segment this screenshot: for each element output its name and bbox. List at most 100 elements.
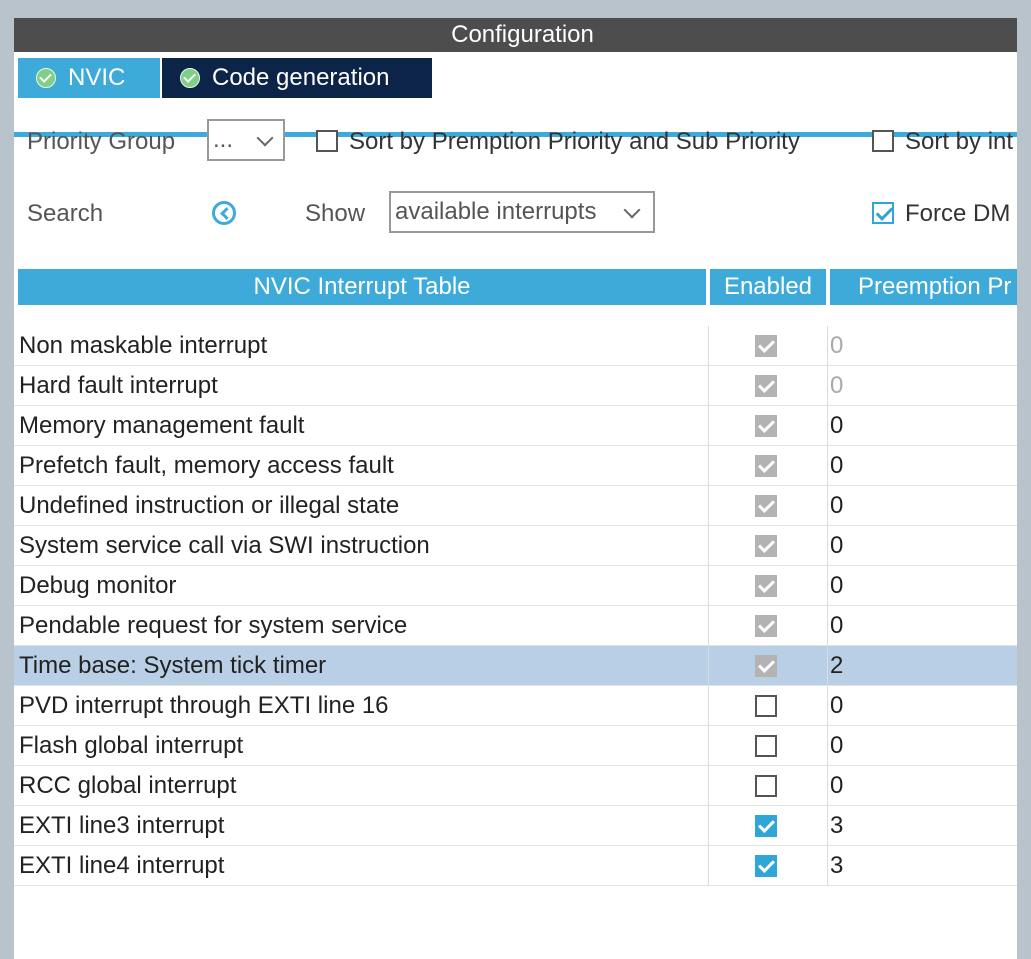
column-divider: [708, 846, 709, 886]
table-row[interactable]: Flash global interrupt 0: [14, 726, 1019, 766]
column-divider: [708, 686, 709, 726]
table-row[interactable]: RCC global interrupt 0: [14, 766, 1019, 806]
interrupt-name: Debug monitor: [19, 572, 177, 599]
enabled-checkbox[interactable]: [755, 855, 777, 877]
column-divider: [708, 726, 709, 766]
preemption-priority-value[interactable]: 0: [830, 446, 843, 486]
interrupt-name: Time base: System tick timer: [19, 652, 327, 679]
interrupt-name: Hard fault interrupt: [19, 372, 218, 399]
enabled-checkbox: [755, 415, 777, 437]
enabled-checkbox: [755, 535, 777, 557]
tab-bar: NVIC Code generation: [14, 52, 1031, 137]
column-divider: [827, 446, 828, 486]
column-divider: [827, 326, 828, 366]
check-circle-icon: [36, 68, 56, 88]
column-divider: [708, 646, 709, 686]
preemption-priority-value[interactable]: 3: [830, 846, 843, 886]
table-row[interactable]: EXTI line4 interrupt 3: [14, 846, 1019, 886]
column-divider: [827, 726, 828, 766]
column-divider: [708, 326, 709, 366]
preemption-priority-value[interactable]: 0: [830, 526, 843, 566]
interrupt-name: EXTI line4 interrupt: [19, 852, 225, 879]
priority-group-select[interactable]: ...: [207, 119, 285, 161]
column-divider: [827, 486, 828, 526]
priority-group-value: ...: [213, 126, 234, 153]
column-divider: [708, 486, 709, 526]
column-header-preemption-priority[interactable]: Preemption Pr: [830, 269, 1031, 305]
table-row[interactable]: Pendable request for system service 0: [14, 606, 1019, 646]
tab-nvic[interactable]: NVIC: [18, 58, 160, 98]
column-divider: [827, 846, 828, 886]
interrupt-name: Pendable request for system service: [19, 612, 408, 639]
check-circle-icon: [180, 68, 200, 88]
enabled-checkbox[interactable]: [755, 735, 777, 757]
column-divider: [827, 406, 828, 446]
column-divider: [827, 366, 828, 406]
column-divider: [708, 566, 709, 606]
table-row[interactable]: PVD interrupt through EXTI line 16 0: [14, 686, 1019, 726]
column-divider: [708, 766, 709, 806]
enabled-checkbox[interactable]: [755, 775, 777, 797]
priority-group-label: Priority Group: [27, 128, 176, 155]
column-divider: [708, 446, 709, 486]
table-row[interactable]: Undefined instruction or illegal state 0: [14, 486, 1019, 526]
preemption-priority-value[interactable]: 0: [830, 726, 843, 766]
table-row[interactable]: Non maskable interrupt 0: [14, 326, 1019, 366]
enabled-checkbox[interactable]: [755, 815, 777, 837]
table-row[interactable]: Prefetch fault, memory access fault 0: [14, 446, 1019, 486]
enabled-checkbox: [755, 495, 777, 517]
preemption-priority-value[interactable]: 0: [830, 486, 843, 526]
column-divider: [708, 366, 709, 406]
interrupt-name: PVD interrupt through EXTI line 16: [19, 692, 389, 719]
preemption-priority-value[interactable]: 0: [830, 566, 843, 606]
sort-premption-checkbox[interactable]: [316, 130, 338, 152]
preemption-priority-value[interactable]: 0: [830, 606, 843, 646]
table-row[interactable]: Memory management fault 0: [14, 406, 1019, 446]
interrupt-name: Non maskable interrupt: [19, 332, 268, 359]
sort-premption-label: Sort by Premption Priority and Sub Prior…: [349, 128, 800, 155]
table-row[interactable]: EXTI line3 interrupt 3: [14, 806, 1019, 846]
panel-edge: [1017, 0, 1031, 959]
show-value: available interrupts: [395, 198, 597, 225]
interrupt-table-body: Non maskable interrupt 0 Hard fault interr…: [14, 326, 1019, 886]
interrupt-name: EXTI line3 interrupt: [19, 812, 225, 839]
column-divider: [827, 526, 828, 566]
search-back-icon[interactable]: [212, 201, 236, 225]
preemption-priority-value[interactable]: 0: [830, 326, 843, 366]
force-dma-label: Force DM: [905, 200, 1011, 227]
table-row[interactable]: System service call via SWI instruction 0: [14, 526, 1019, 566]
column-divider: [708, 606, 709, 646]
show-select[interactable]: available interrupts: [389, 191, 655, 233]
enabled-checkbox: [755, 655, 777, 677]
table-row[interactable]: Hard fault interrupt 0: [14, 366, 1019, 406]
interrupt-name: Memory management fault: [19, 412, 305, 439]
preemption-priority-value[interactable]: 0: [830, 766, 843, 806]
tab-nvic-label: NVIC: [68, 64, 126, 91]
enabled-checkbox[interactable]: [755, 695, 777, 717]
tab-code-generation[interactable]: Code generation: [162, 58, 432, 98]
table-row[interactable]: Time base: System tick timer 2: [14, 646, 1019, 686]
column-divider: [827, 766, 828, 806]
preemption-priority-value[interactable]: 2: [830, 646, 843, 686]
preemption-priority-value[interactable]: 0: [830, 366, 843, 406]
preemption-priority-value[interactable]: 0: [830, 686, 843, 726]
table-row[interactable]: Debug monitor 0: [14, 566, 1019, 606]
sort-int-checkbox[interactable]: [872, 130, 894, 152]
force-dma-checkbox[interactable]: [872, 202, 894, 224]
show-label: Show: [305, 200, 366, 227]
column-divider: [827, 806, 828, 846]
interrupt-name: Undefined instruction or illegal state: [19, 492, 400, 519]
preemption-priority-value[interactable]: 0: [830, 406, 843, 446]
preemption-priority-value[interactable]: 3: [830, 806, 843, 846]
column-divider: [827, 566, 828, 606]
column-divider: [827, 686, 828, 726]
enabled-checkbox: [755, 615, 777, 637]
column-header-interrupt-table[interactable]: NVIC Interrupt Table: [18, 269, 706, 305]
window-title: Configuration: [14, 18, 1031, 52]
interrupt-name: Flash global interrupt: [19, 732, 244, 759]
chevron-down-icon: [623, 201, 641, 219]
chevron-down-icon: [256, 129, 274, 147]
enabled-checkbox: [755, 335, 777, 357]
search-label: Search: [27, 200, 104, 227]
column-header-enabled[interactable]: Enabled: [710, 269, 826, 305]
